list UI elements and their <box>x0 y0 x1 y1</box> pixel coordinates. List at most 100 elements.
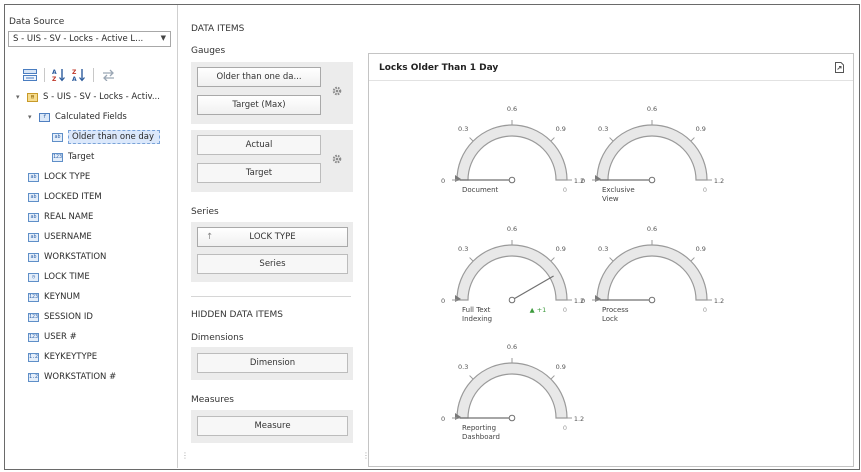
number-field-icon: 123 <box>28 332 39 342</box>
tree-calculated-folder[interactable]: ▾ f Calculated Fields <box>16 107 176 127</box>
gauge-tick-label: 0.3 <box>598 125 608 133</box>
tree-field-label: LOCK TIME <box>44 272 90 282</box>
actual-placeholder-button[interactable]: Actual <box>197 135 321 155</box>
gauge-group-1: Older than one da... Target (Max) <box>191 62 353 124</box>
gauge-scale-band <box>596 244 708 301</box>
gauge-tick <box>550 375 555 380</box>
tree-field-keykeytype[interactable]: 1.2 KEYKEYTYPE <box>16 347 176 367</box>
number-field-icon: 123 <box>28 312 39 322</box>
tree-field-label: KEYNUM <box>44 292 81 302</box>
gauge-tick-label: 0.6 <box>507 343 517 351</box>
collapse-icon[interactable]: ▾ <box>28 113 36 121</box>
tree-field-locked-item[interactable]: ab LOCKED ITEM <box>16 187 176 207</box>
gauge-tick-label: 0.9 <box>556 125 566 133</box>
svg-text:A: A <box>72 76 77 82</box>
tree-field-lock-time[interactable]: ◷ LOCK TIME <box>16 267 176 287</box>
gauge-tick-label: 0.9 <box>556 363 566 371</box>
gauge-needle-hub <box>648 296 656 304</box>
measures-section-label: Measures <box>191 395 234 405</box>
export-icon[interactable] <box>834 62 845 73</box>
field-tree: ▾ ▤ S - UIS - SV - Locks - Activ... ▾ f … <box>16 87 176 387</box>
gauge[interactable]: 0 0.3 0.6 0.9 1.2 0 Reporting Dashboard <box>441 343 584 457</box>
gear-icon[interactable] <box>331 85 343 97</box>
tree-field-label: REAL NAME <box>44 212 94 222</box>
gauge-tick-label: 0 <box>581 297 585 305</box>
sort-ascending-icon[interactable]: AZ <box>51 67 67 83</box>
tree-root-label: S - UIS - SV - Locks - Activ... <box>43 92 160 102</box>
tree-field-username[interactable]: ab USERNAME <box>16 227 176 247</box>
gauge-scale-band <box>456 244 568 301</box>
tree-field-workstation-number[interactable]: 1.2 WORKSTATION # <box>16 367 176 387</box>
calculated-field-folder-icon: f <box>39 112 50 122</box>
tree-field-workstation[interactable]: ab WORKSTATION <box>16 247 176 267</box>
gauge-value-text: 0 <box>703 306 707 314</box>
field-list-toolbar: AZ ZA <box>22 67 116 83</box>
svg-text:A: A <box>52 69 57 76</box>
gauge-value-text: 0 <box>563 306 567 314</box>
gear-icon[interactable] <box>331 153 343 165</box>
string-field-icon: ab <box>28 192 39 202</box>
gauge-needle-hub <box>648 176 656 184</box>
dimension-placeholder-button[interactable]: Dimension <box>197 353 348 373</box>
tree-field-real-name[interactable]: ab REAL NAME <box>16 207 176 227</box>
measure-placeholder-button[interactable]: Measure <box>197 416 348 436</box>
tree-field-older-than-one-day[interactable]: ab Older than one day <box>16 127 176 147</box>
tree-field-label: Older than one day <box>68 130 161 144</box>
gauge-name: Full Text <box>462 306 491 314</box>
actual-binding-button[interactable]: Older than one da... <box>197 67 321 87</box>
tree-field-user-number[interactable]: 123 USER # <box>16 327 176 347</box>
gauge[interactable]: 0 0.3 0.6 0.9 1.2 0 Full Text Indexing ▲ +1 <box>441 225 584 339</box>
string-field-icon: ab <box>28 232 39 242</box>
gauge-dashboard-item[interactable]: Locks Older Than 1 Day 0 0.3 0.6 0.9 1.2 0 Doc… <box>368 53 854 467</box>
series-lock-type-button[interactable]: ↑ LOCK TYPE <box>197 227 348 247</box>
gauge-needle <box>511 275 554 301</box>
data-source-dropdown[interactable]: S - UIS - SV - Locks - Active L... ▼ <box>8 31 171 47</box>
gauge-tick-label: 1.2 <box>714 177 724 185</box>
gauge-tick <box>609 137 614 142</box>
gauge-scale-band <box>596 124 708 181</box>
gauge[interactable]: 0 0.3 0.6 0.9 1.2 0 Document <box>441 105 584 219</box>
tree-field-keynum[interactable]: 123 KEYNUM <box>16 287 176 307</box>
tree-field-label: USERNAME <box>44 232 92 242</box>
tree-field-label: KEYKEYTYPE <box>44 352 98 362</box>
gauge-tick-label: 0.3 <box>458 125 468 133</box>
gauge-tick-label: 0.3 <box>458 363 468 371</box>
gauge-tick-label: 0 <box>441 297 445 305</box>
splitter-grip[interactable]: ⋮ <box>181 452 189 460</box>
data-source-icon: ▤ <box>27 92 38 102</box>
group-by-type-icon[interactable] <box>22 67 38 83</box>
gauge-tick-label: 0 <box>441 177 445 185</box>
tree-root[interactable]: ▾ ▤ S - UIS - SV - Locks - Activ... <box>16 87 176 107</box>
gauge[interactable]: 0 0.3 0.6 0.9 1.2 0 Exclusive View <box>581 105 724 219</box>
gauge-needle-hub <box>508 414 516 422</box>
gauge-needle-hub <box>508 176 516 184</box>
series-placeholder-button[interactable]: Series <box>197 254 348 274</box>
dashboard-item-header: Locks Older Than 1 Day <box>369 54 853 81</box>
toolbar-separator <box>93 68 94 82</box>
gauge-name: Reporting <box>462 424 496 432</box>
gauge-needle-hub <box>508 296 516 304</box>
gauge-name: Document <box>462 186 499 194</box>
string-field-icon: ab <box>28 252 39 262</box>
decimal-field-icon: 1.2 <box>28 352 39 362</box>
collapse-icon[interactable]: ▾ <box>16 93 24 101</box>
gauge-tick-label: 0.3 <box>598 245 608 253</box>
gauge[interactable]: 0 0.3 0.6 0.9 1.2 0 Process Lock <box>581 225 724 339</box>
tree-field-session-id[interactable]: 123 SESSION ID <box>16 307 176 327</box>
target-placeholder-button[interactable]: Target <box>197 163 321 183</box>
tree-field-lock-type[interactable]: ab LOCK TYPE <box>16 167 176 187</box>
refresh-icon[interactable] <box>100 67 116 83</box>
gauge-name: View <box>602 195 619 203</box>
sort-descending-icon[interactable]: ZA <box>71 67 87 83</box>
gauge-tick-label: 1.2 <box>714 297 724 305</box>
number-field-icon: 123 <box>52 152 63 162</box>
section-divider <box>191 296 351 297</box>
chevron-down-icon: ▼ <box>160 34 166 42</box>
tree-field-target[interactable]: 123 Target <box>16 147 176 167</box>
tree-field-label: WORKSTATION # <box>44 372 117 382</box>
tree-folder-label: Calculated Fields <box>55 112 127 122</box>
gauge-tick-label: 0.9 <box>696 245 706 253</box>
target-binding-button[interactable]: Target (Max) <box>197 95 321 115</box>
string-field-icon: ab <box>28 212 39 222</box>
gauge-value-text: 0 <box>563 424 567 432</box>
